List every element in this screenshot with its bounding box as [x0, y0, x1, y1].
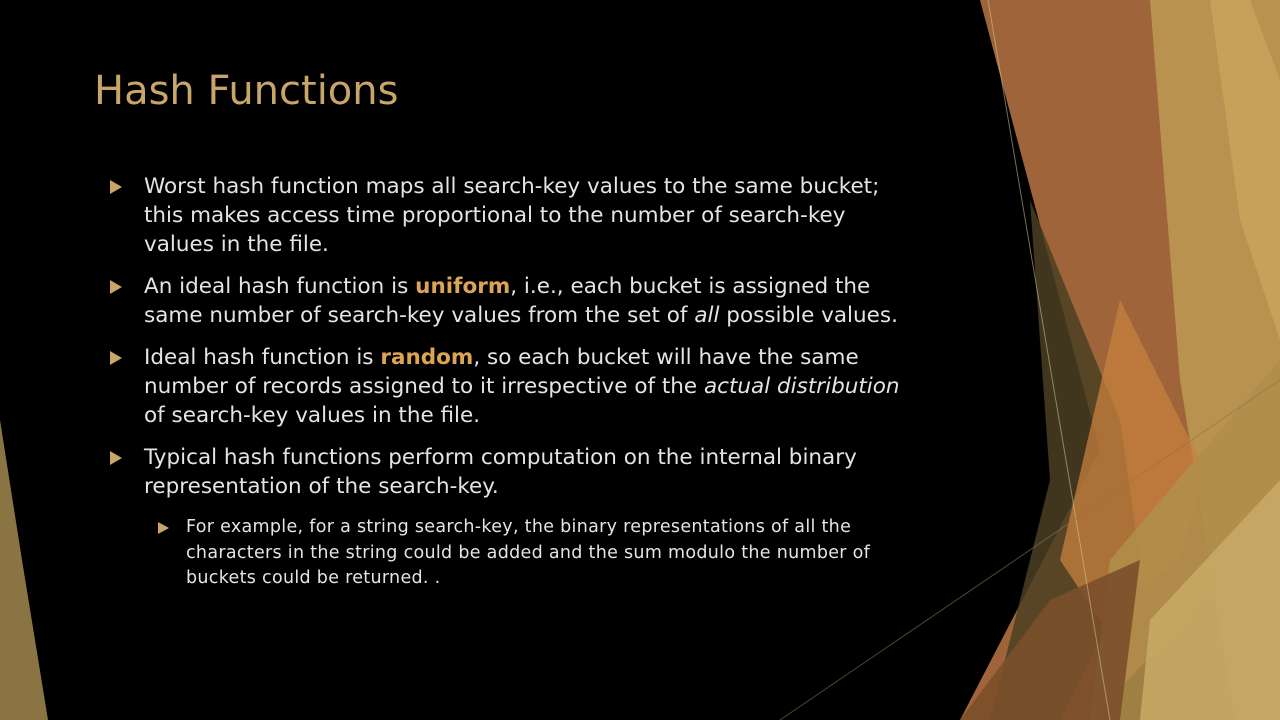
slide: Hash Functions Worst hash function maps …: [0, 0, 1280, 720]
sub-bullet-item: For example, for a string search-key, th…: [148, 515, 906, 592]
bullet-text: Typical hash functions perform computati…: [144, 445, 857, 499]
bullet-text-part: of search-key values in the file.: [144, 403, 481, 428]
bullet-text-part: Ideal hash function is: [144, 345, 381, 370]
bullet-text-part: An ideal hash function is: [144, 274, 416, 299]
highlighted-term: uniform: [415, 274, 511, 299]
italic-term: all: [694, 303, 720, 328]
bullet-list: Worst hash function maps all search-key …: [106, 172, 906, 605]
triangle-bullet-icon: [158, 522, 169, 534]
italic-term: actual distribution: [704, 374, 900, 399]
bullet-item: Typical hash functions perform computati…: [106, 443, 906, 501]
bullet-item: An ideal hash function is uniform, i.e.,…: [106, 272, 906, 330]
bullet-item: Ideal hash function is random, so each b…: [106, 343, 906, 430]
triangle-bullet-icon: [110, 451, 122, 465]
bullet-item: Worst hash function maps all search-key …: [106, 172, 906, 259]
triangle-bullet-icon: [110, 180, 122, 194]
sub-bullet-text: For example, for a string search-key, th…: [186, 517, 871, 588]
deco-shape-left-wedge: [0, 420, 48, 720]
bullet-text: Worst hash function maps all search-key …: [144, 174, 880, 257]
triangle-bullet-icon: [110, 351, 122, 365]
bullet-text-part: possible values.: [719, 303, 898, 328]
triangle-bullet-icon: [110, 280, 122, 294]
highlighted-term: random: [380, 345, 474, 370]
slide-title: Hash Functions: [94, 68, 399, 114]
